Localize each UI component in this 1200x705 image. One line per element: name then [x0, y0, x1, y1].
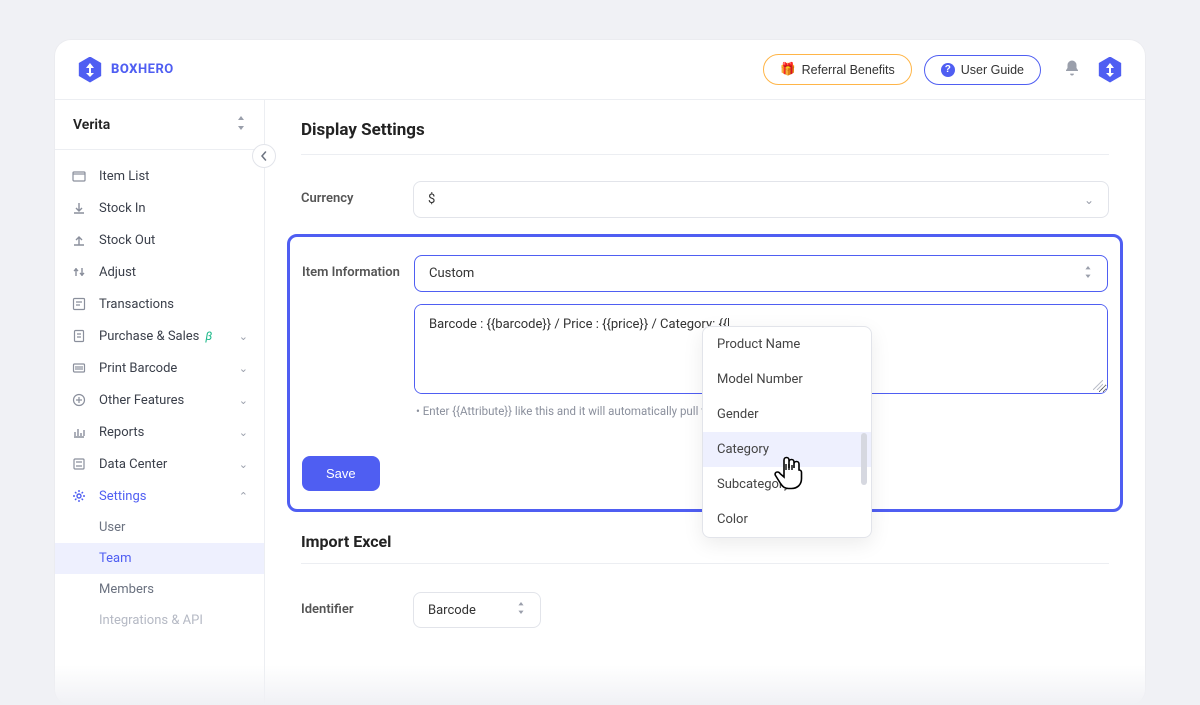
logo[interactable]: BOXHERO — [77, 57, 174, 83]
item-info-value: Custom — [429, 266, 474, 281]
settings-sub-user[interactable]: User — [55, 512, 264, 543]
beta-tag: β — [205, 329, 212, 343]
workspace-name: Verita — [73, 117, 110, 133]
item-info-select[interactable]: Custom — [414, 255, 1108, 292]
sidebar-item-label: Transactions — [99, 297, 174, 312]
ac-item-product-name[interactable]: Product Name — [703, 327, 871, 362]
workspace-switcher[interactable]: Verita — [55, 100, 264, 150]
app-window: BOXHERO 🎁 Referral Benefits ? User Guide… — [55, 40, 1145, 705]
arrow-up-icon — [71, 232, 87, 248]
sidebar-item-label: Reports — [99, 425, 144, 440]
settings-sub-team[interactable]: Team — [55, 543, 264, 574]
identifier-value: Barcode — [428, 603, 476, 618]
referral-label: Referral Benefits — [802, 63, 895, 77]
gift-icon: 🎁 — [780, 62, 796, 77]
sidebar-item-reports[interactable]: Reports ⌄ — [55, 416, 264, 448]
sidebar-item-label: Stock In — [99, 201, 146, 216]
adjust-icon — [71, 264, 87, 280]
page-title: Display Settings — [301, 120, 1109, 155]
chevron-down-icon: ⌄ — [239, 426, 248, 439]
chevron-down-icon: ⌄ — [239, 330, 248, 343]
sidebar-item-settings[interactable]: Settings ⌃ — [55, 480, 264, 512]
user-guide-button[interactable]: ? User Guide — [924, 55, 1041, 85]
chart-icon — [71, 424, 87, 440]
arrow-down-icon — [71, 200, 87, 216]
guide-label: User Guide — [961, 63, 1024, 77]
sidebar-item-label: Purchase & Salesβ — [99, 329, 212, 344]
sidebar-item-print-barcode[interactable]: Print Barcode ⌄ — [55, 352, 264, 384]
scrollbar[interactable] — [861, 433, 867, 485]
attribute-autocomplete: Product Name Model Number Gender Categor… — [702, 326, 872, 538]
currency-value: $ — [428, 192, 435, 207]
currency-select[interactable]: $ ⌄ — [413, 181, 1109, 218]
ac-item-color[interactable]: Color — [703, 502, 871, 537]
save-button[interactable]: Save — [302, 456, 380, 491]
sidebar-item-item-list[interactable]: Item List — [55, 160, 264, 192]
identifier-select[interactable]: Barcode — [413, 592, 541, 628]
item-information-highlight: Item Information Custom Barcode : {{barc… — [287, 234, 1123, 512]
sidebar-item-stock-out[interactable]: Stock Out — [55, 224, 264, 256]
document-icon — [71, 328, 87, 344]
sidebar-item-label: Adjust — [99, 265, 136, 280]
ac-item-gender[interactable]: Gender — [703, 397, 871, 432]
sort-icon — [236, 116, 246, 133]
ac-item-category[interactable]: Category — [703, 432, 871, 467]
box-icon — [71, 168, 87, 184]
settings-sub-members[interactable]: Members — [55, 574, 264, 605]
help-icon: ? — [941, 63, 955, 77]
resize-grip-icon[interactable] — [1093, 379, 1103, 389]
sidebar-nav: Item List Stock In Stock Out Adjust Tran… — [55, 150, 264, 646]
item-info-label: Item Information — [302, 255, 414, 280]
sidebar-item-label: Print Barcode — [99, 361, 177, 376]
gear-icon — [71, 488, 87, 504]
sidebar-item-label: Data Center — [99, 457, 167, 472]
sidebar-item-label: Settings — [99, 489, 146, 504]
ac-item-model-number[interactable]: Model Number — [703, 362, 871, 397]
template-text: Barcode : {{barcode}} / Price : {{price}… — [429, 317, 729, 332]
sidebar-item-transactions[interactable]: Transactions — [55, 288, 264, 320]
notifications-icon[interactable] — [1063, 59, 1081, 81]
top-header: BOXHERO 🎁 Referral Benefits ? User Guide — [55, 40, 1145, 100]
sidebar: Verita Item List Stock In Stock Out — [55, 100, 265, 705]
sort-icon — [1083, 266, 1093, 281]
sort-icon — [516, 602, 526, 618]
sidebar-item-label: Other Features — [99, 393, 184, 408]
settings-sub-integrations[interactable]: Integrations & API — [55, 605, 264, 636]
logo-text: BOXHERO — [111, 62, 174, 77]
currency-label: Currency — [301, 181, 413, 206]
identifier-label: Identifier — [301, 592, 413, 617]
content: Display Settings Currency $ ⌄ Item Infor… — [265, 100, 1145, 705]
sidebar-item-data-center[interactable]: Data Center ⌄ — [55, 448, 264, 480]
ac-item-subcategory[interactable]: Subcategory — [703, 467, 871, 502]
referral-benefits-button[interactable]: 🎁 Referral Benefits — [763, 54, 912, 85]
avatar[interactable] — [1097, 57, 1123, 83]
sidebar-item-purchase-sales[interactable]: Purchase & Salesβ ⌄ — [55, 320, 264, 352]
plus-circle-icon — [71, 392, 87, 408]
sidebar-item-adjust[interactable]: Adjust — [55, 256, 264, 288]
sidebar-item-other-features[interactable]: Other Features ⌄ — [55, 384, 264, 416]
chevron-down-icon: ⌄ — [239, 394, 248, 407]
barcode-icon — [71, 360, 87, 376]
logo-hex-icon — [77, 57, 103, 83]
chevron-down-icon: ⌄ — [1084, 193, 1094, 207]
sidebar-item-stock-in[interactable]: Stock In — [55, 192, 264, 224]
chevron-up-icon: ⌃ — [239, 490, 248, 503]
currency-row: Currency $ ⌄ — [301, 181, 1109, 218]
settings-submenu: User Team Members Integrations & API — [55, 512, 264, 636]
chevron-down-icon: ⌄ — [239, 458, 248, 471]
list-icon — [71, 456, 87, 472]
transactions-icon — [71, 296, 87, 312]
sidebar-item-label: Stock Out — [99, 233, 155, 248]
chevron-down-icon: ⌄ — [239, 362, 248, 375]
sidebar-item-label: Item List — [99, 169, 149, 184]
